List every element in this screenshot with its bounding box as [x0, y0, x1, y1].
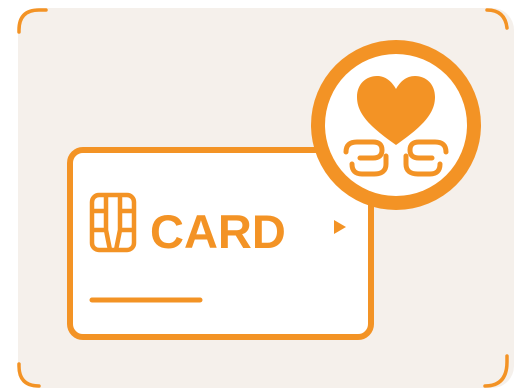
illustration-stage: CARD	[0, 0, 515, 392]
charity-badge	[311, 40, 481, 210]
credit-card: CARD	[67, 147, 374, 340]
card-with-heart-illustration: CARD	[17, 8, 514, 388]
card-label: CARD	[150, 205, 286, 258]
